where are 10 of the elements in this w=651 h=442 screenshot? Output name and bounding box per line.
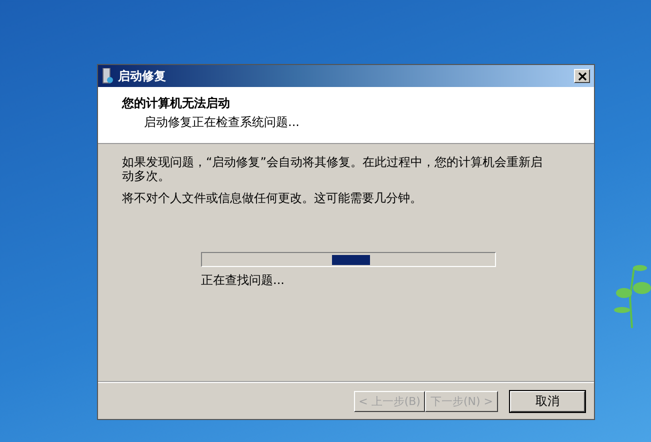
computer-icon: [102, 68, 114, 84]
header-title: 您的计算机无法启动: [122, 95, 231, 112]
close-button[interactable]: [574, 69, 590, 83]
dialog-button[interactable]: 取消: [510, 390, 585, 412]
close-icon: [578, 72, 586, 80]
body-text: 如果发现问题，“启动修复”会自动将其修复。在此过程中，您的计算机会重新启动多次。: [122, 155, 544, 183]
body-text: 将不对个人文件或信息做任何更改。这可能需要几分钟。: [122, 191, 423, 205]
status-text: 正在查找问题...: [201, 272, 286, 289]
window-title: 启动修复: [118, 68, 167, 84]
header-subtitle: 启动修复正在检查系统问题...: [143, 114, 300, 131]
